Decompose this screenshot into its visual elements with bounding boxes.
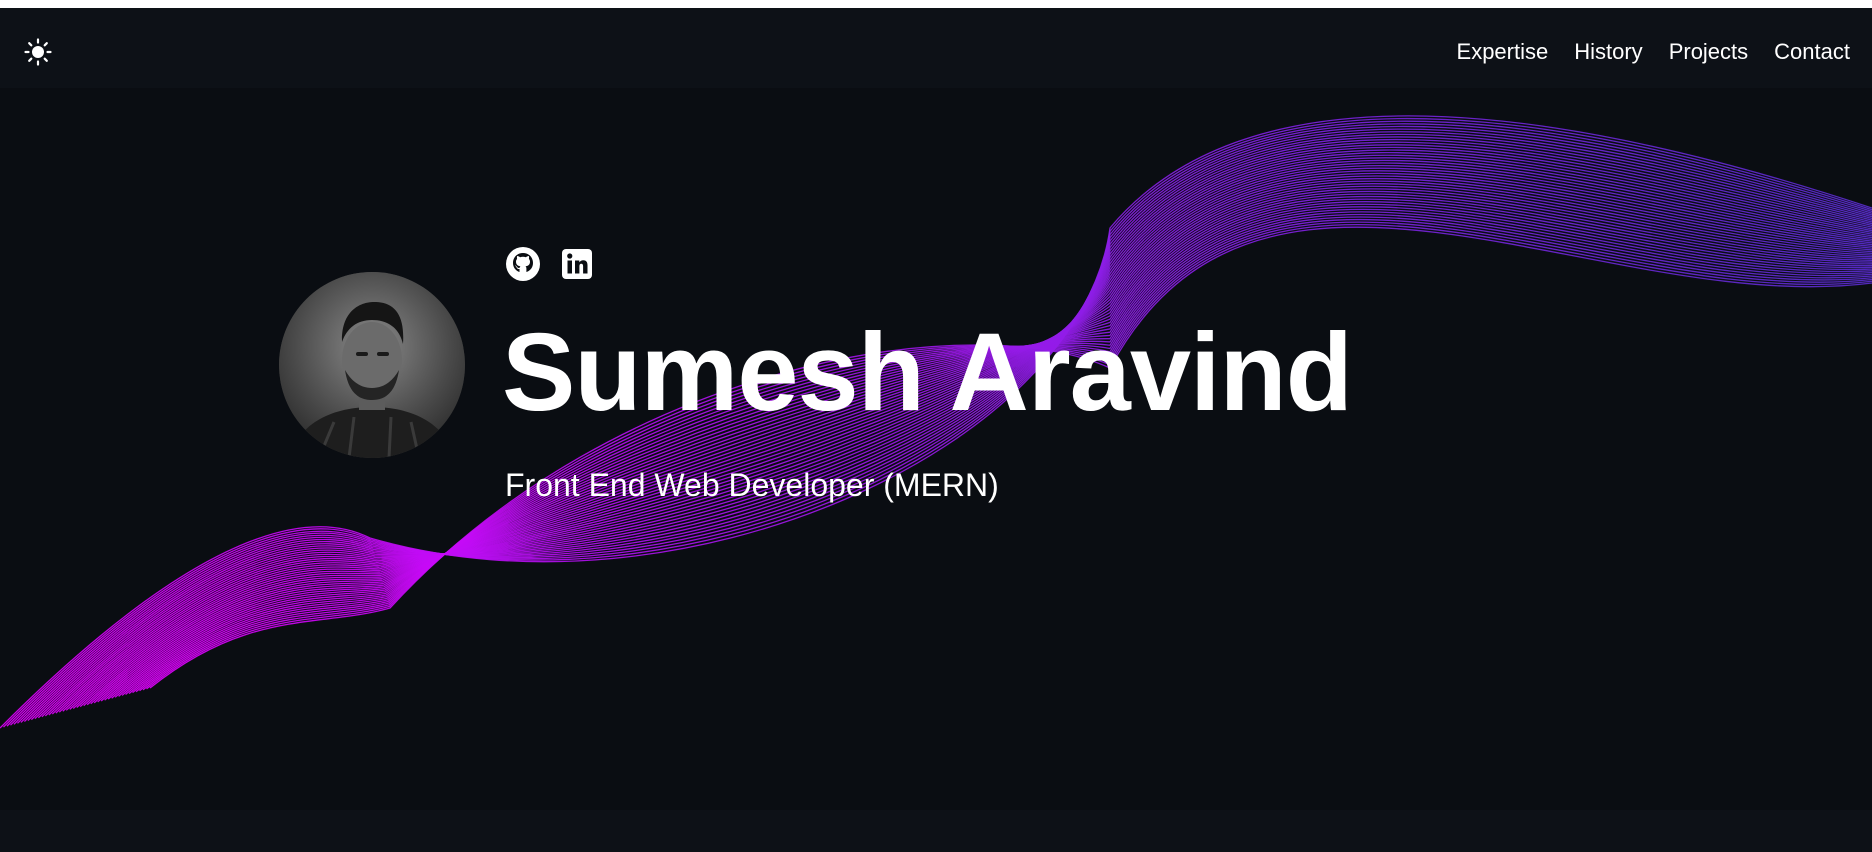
app-root: Expertise History Projects Contact Sumes… [0, 8, 1872, 852]
nav-link-expertise[interactable]: Expertise [1457, 32, 1549, 72]
linkedin-icon[interactable] [559, 246, 595, 282]
nav-links: Expertise History Projects Contact [1457, 32, 1850, 72]
section-divider [0, 810, 1872, 852]
nav-link-contact[interactable]: Contact [1774, 32, 1850, 72]
theme-toggle-button[interactable] [22, 36, 54, 68]
github-icon[interactable] [505, 246, 541, 282]
hero-section: Sumesh Aravind Front End Web Developer (… [0, 88, 1872, 810]
nav-link-history[interactable]: History [1574, 32, 1642, 72]
wave-background [0, 115, 1872, 729]
social-links [505, 246, 595, 282]
avatar [279, 272, 465, 458]
hero-subtitle: Front End Web Developer (MERN) [505, 467, 999, 503]
profile-photo [279, 272, 465, 458]
nav-link-projects[interactable]: Projects [1669, 32, 1748, 72]
navbar: Expertise History Projects Contact [0, 8, 1872, 88]
hero-name: Sumesh Aravind [502, 311, 1353, 434]
sun-icon [24, 38, 52, 66]
